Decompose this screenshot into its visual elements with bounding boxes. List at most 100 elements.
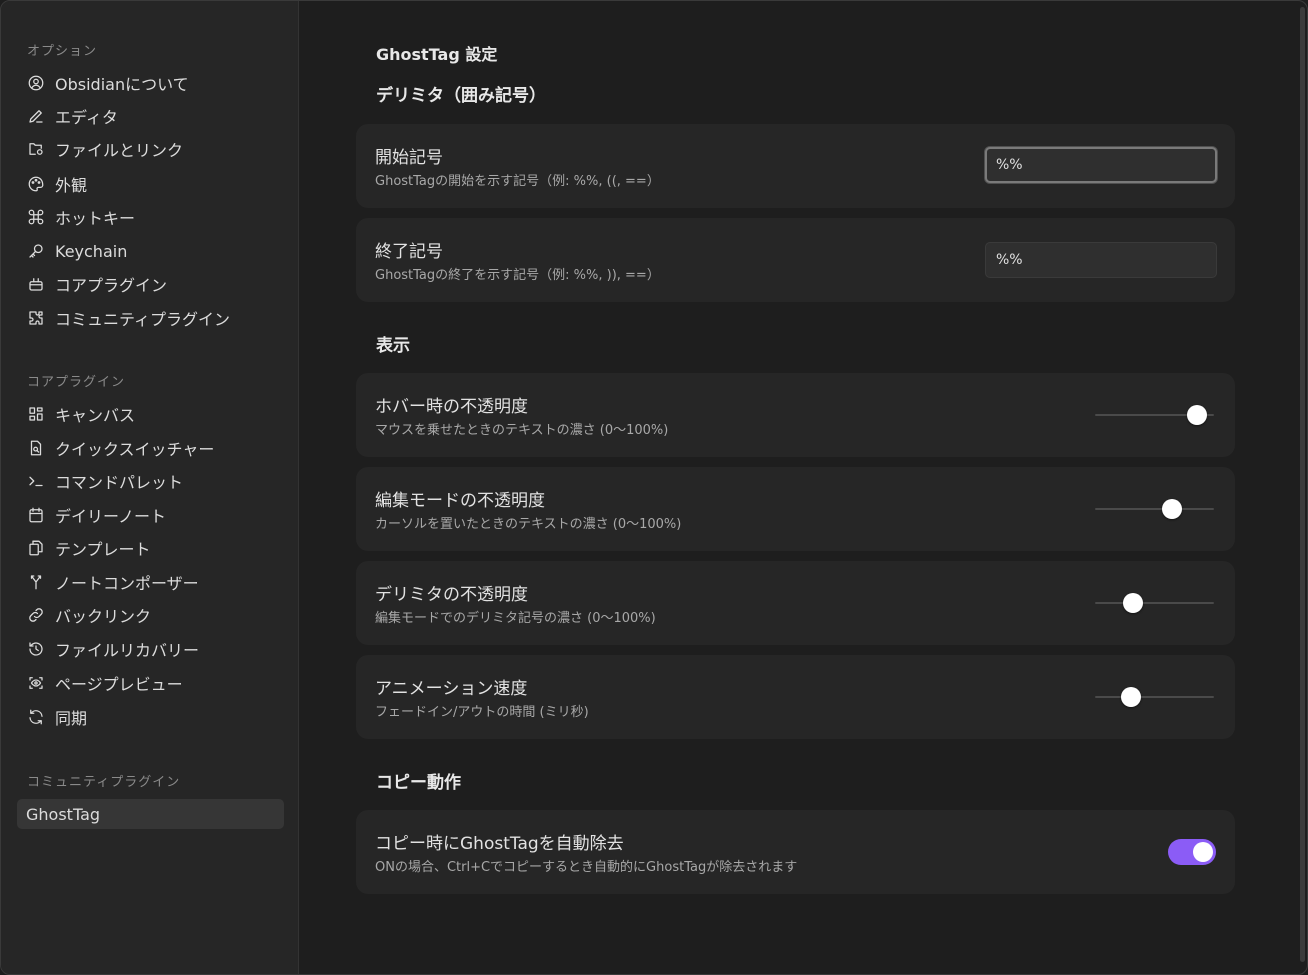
sidebar-item-label: ノートコンポーザー <box>55 574 199 593</box>
setting-end-delimiter: 終了記号 GhostTagの終了を示す記号（例: %%, )), ==） <box>356 218 1235 302</box>
sidebar-item-about[interactable]: Obsidianについて <box>17 68 284 98</box>
sidebar-item-label: 同期 <box>55 709 88 728</box>
refresh-icon <box>27 708 45 726</box>
delimiter-opacity-slider[interactable] <box>1095 593 1214 613</box>
slider-thumb[interactable] <box>1187 405 1208 425</box>
sidebar-item-backlinks[interactable]: バックリンク <box>17 600 284 630</box>
key-icon <box>27 242 45 260</box>
puzzle-icon <box>27 309 45 327</box>
setting-description: 編集モードでのデリミタ記号の濃さ (0〜100%) <box>375 611 656 626</box>
setting-name: 終了記号 <box>375 242 443 262</box>
sidebar-item-label: ホットキー <box>55 209 136 228</box>
sidebar-item-sync[interactable]: 同期 <box>17 702 284 732</box>
community-plugins-section-title: コミュニティプラグイン <box>27 775 181 790</box>
copy-heading: コピー動作 <box>376 773 461 793</box>
sidebar-item-files-links[interactable]: ファイルとリンク <box>17 134 284 164</box>
palette-icon <box>27 175 45 193</box>
setting-name: デリミタの不透明度 <box>375 585 528 605</box>
sidebar-item-core-plugins[interactable]: コアプラグイン <box>17 269 284 299</box>
user-circle-icon <box>27 74 45 92</box>
settings-sidebar: オプション Obsidianについて エディタ ファイルとリンク 外観 ホットキ… <box>1 1 299 974</box>
sidebar-item-editor[interactable]: エディタ <box>17 101 284 131</box>
terminal-icon <box>27 472 45 490</box>
files-icon <box>27 539 45 557</box>
slider-thumb[interactable] <box>1162 499 1183 519</box>
sidebar-item-keychain[interactable]: Keychain <box>17 236 284 266</box>
sidebar-item-file-recovery[interactable]: ファイルリカバリー <box>17 634 284 664</box>
sidebar-item-label: ファイルリカバリー <box>55 641 200 660</box>
layout-dashboard-icon <box>27 405 45 423</box>
hover-opacity-slider[interactable] <box>1095 405 1214 425</box>
folder-cog-icon <box>27 140 45 158</box>
plug-box-icon <box>27 275 45 293</box>
setting-name: アニメーション速度 <box>375 679 528 699</box>
sidebar-item-label: コマンドパレット <box>55 473 184 492</box>
setting-description: カーソルを置いたときのテキストの濃さ (0〜100%) <box>375 517 682 532</box>
start-delimiter-input[interactable] <box>985 147 1217 183</box>
slider-track[interactable] <box>1095 508 1214 510</box>
core-plugins-section-title: コアプラグイン <box>27 375 126 390</box>
scrollbar-thumb[interactable] <box>1300 7 1305 962</box>
sidebar-item-page-preview[interactable]: ページプレビュー <box>17 668 284 698</box>
slider-track[interactable] <box>1095 602 1214 604</box>
sidebar-item-label: 外観 <box>55 176 88 195</box>
setting-name: 開始記号 <box>375 148 443 168</box>
sidebar-item-command-palette[interactable]: コマンドパレット <box>17 466 284 496</box>
setting-animation-speed: アニメーション速度 フェードイン/アウトの時間 (ミリ秒) <box>356 655 1235 739</box>
end-delimiter-input[interactable] <box>985 242 1217 278</box>
sidebar-item-community-plugins[interactable]: コミュニティプラグイン <box>17 303 284 333</box>
sidebar-item-appearance[interactable]: 外観 <box>17 169 284 199</box>
sidebar-item-label: テンプレート <box>55 540 151 559</box>
toggle-knob[interactable] <box>1193 842 1213 862</box>
setting-description: GhostTagの終了を示す記号（例: %%, )), ==） <box>375 268 660 283</box>
history-icon <box>27 640 45 658</box>
sidebar-item-label: Obsidianについて <box>55 75 189 94</box>
sidebar-item-label: デイリーノート <box>55 507 167 526</box>
calendar-icon <box>27 506 45 524</box>
settings-window: オプション Obsidianについて エディタ ファイルとリンク 外観 ホットキ… <box>0 0 1308 975</box>
setting-start-delimiter: 開始記号 GhostTagの開始を示す記号（例: %%, ((, ==） <box>356 124 1235 208</box>
setting-edit-opacity: 編集モードの不透明度 カーソルを置いたときのテキストの濃さ (0〜100%) <box>356 467 1235 551</box>
copy-strip-toggle[interactable] <box>1168 839 1216 865</box>
sidebar-item-templates[interactable]: テンプレート <box>17 533 284 563</box>
slider-thumb[interactable] <box>1123 593 1144 613</box>
sidebar-item-hotkeys[interactable]: ホットキー <box>17 202 284 232</box>
pencil-icon <box>27 107 45 125</box>
setting-name: コピー時にGhostTagを自動除去 <box>375 834 624 854</box>
sidebar-item-label: バックリンク <box>55 607 152 626</box>
sidebar-item-quick-switcher[interactable]: クイックスイッチャー <box>17 433 284 463</box>
sidebar-item-note-composer[interactable]: ノートコンポーザー <box>17 567 284 597</box>
setting-description: GhostTagの開始を示す記号（例: %%, ((, ==） <box>375 174 660 189</box>
scan-eye-icon <box>27 674 45 692</box>
sidebar-item-label: コミュニティプラグイン <box>55 310 231 329</box>
setting-description: フェードイン/アウトの時間 (ミリ秒) <box>375 705 589 720</box>
sidebar-item-label: ファイルとリンク <box>55 141 184 160</box>
sidebar-item-label: GhostTag <box>26 804 101 824</box>
command-icon <box>27 208 45 226</box>
setting-name: ホバー時の不透明度 <box>375 397 528 417</box>
setting-description: ONの場合、Ctrl+Cでコピーするとき自動的にGhostTagが除去されます <box>375 860 798 875</box>
slider-thumb[interactable] <box>1120 687 1141 707</box>
setting-hover-opacity: ホバー時の不透明度 マウスを乗せたときのテキストの濃さ (0〜100%) <box>356 373 1235 457</box>
sidebar-item-ghosttag[interactable]: GhostTag <box>17 799 284 829</box>
slider-track[interactable] <box>1095 696 1214 698</box>
setting-copy-strip: コピー時にGhostTagを自動除去 ONの場合、Ctrl+Cでコピーするとき自… <box>356 810 1235 894</box>
setting-name: 編集モードの不透明度 <box>375 491 545 511</box>
sidebar-item-label: エディタ <box>55 108 118 127</box>
animation-speed-slider[interactable] <box>1095 687 1214 707</box>
sidebar-item-label: Keychain <box>55 241 128 261</box>
merge-icon <box>27 573 45 591</box>
page-title: GhostTag 設定 <box>376 45 498 64</box>
setting-description: マウスを乗せたときのテキストの濃さ (0〜100%) <box>375 423 669 438</box>
sidebar-item-label: キャンバス <box>55 406 136 425</box>
settings-content: GhostTag 設定 デリミタ（囲み記号） 開始記号 GhostTagの開始を… <box>299 1 1307 974</box>
scrollbar[interactable] <box>1297 1 1307 974</box>
sidebar-item-label: コアプラグイン <box>55 276 168 295</box>
sidebar-item-label: クイックスイッチャー <box>55 440 215 459</box>
delimiter-heading: デリミタ（囲み記号） <box>376 86 546 106</box>
options-section-title: オプション <box>27 44 98 59</box>
sidebar-item-daily-notes[interactable]: デイリーノート <box>17 500 284 530</box>
edit-opacity-slider[interactable] <box>1095 499 1214 519</box>
sidebar-item-canvas[interactable]: キャンバス <box>17 399 284 429</box>
link-icon <box>27 606 45 624</box>
